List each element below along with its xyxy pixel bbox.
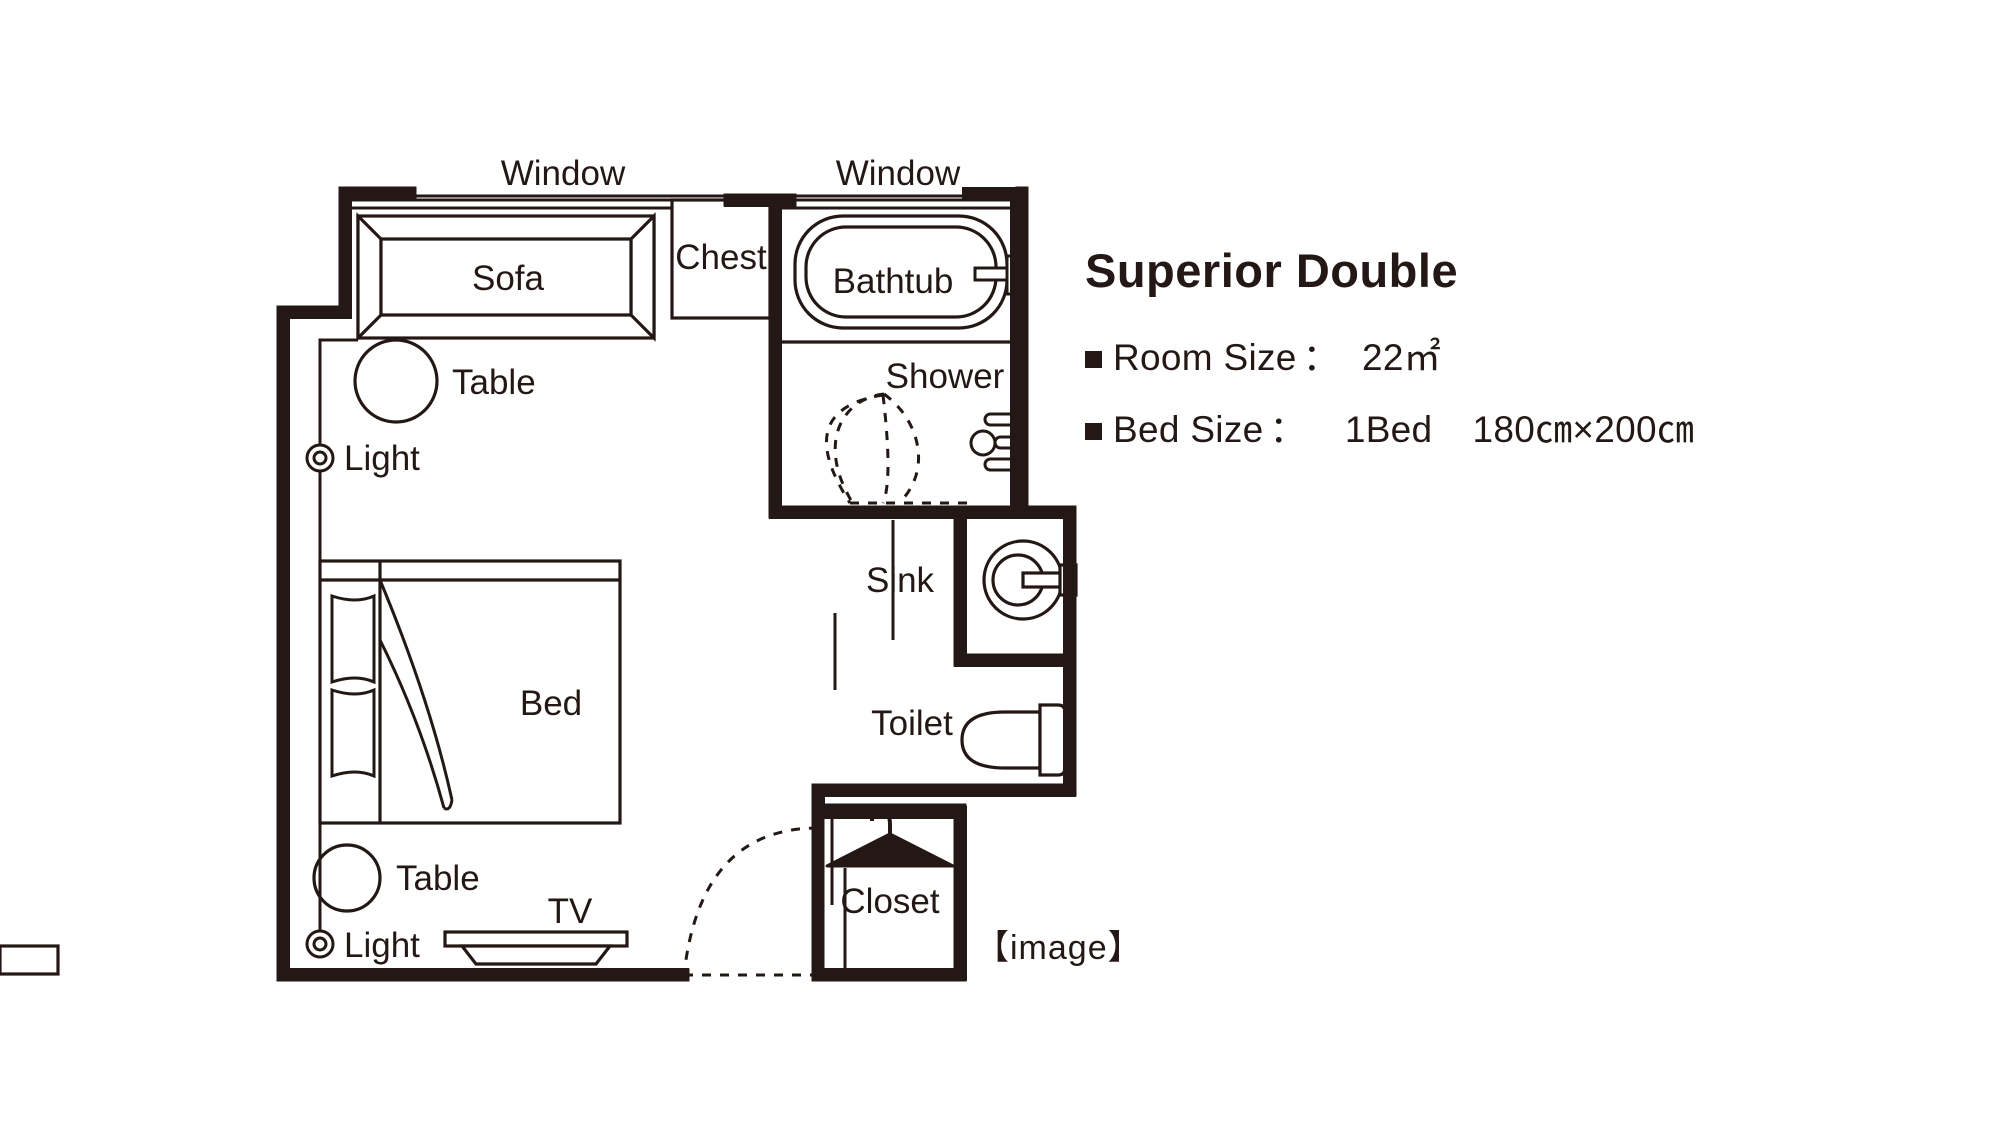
label-table-bottom: Table xyxy=(396,859,480,898)
shower-door-arc2 xyxy=(833,392,921,504)
toilet-shape xyxy=(960,703,1067,777)
image-disclaimer: 【image】 xyxy=(975,929,1143,967)
label-window-right: Window xyxy=(836,154,961,193)
page-title: Superior Double xyxy=(1085,244,1459,297)
label-light-top: Light xyxy=(344,439,420,478)
label-sofa: Sofa xyxy=(472,259,545,298)
sink-shape xyxy=(982,539,1078,621)
label-window-left: Window xyxy=(501,154,626,193)
room-info-panel: Superior Double Room Size ： 22㎡ Bed Size… xyxy=(1085,245,1965,471)
label-bed: Bed xyxy=(520,684,582,723)
light-bottom-icon xyxy=(305,929,335,959)
label-shower: Shower xyxy=(886,357,1005,396)
floorplan-page: Window Window Sofa Chest Bathtub Table L… xyxy=(0,0,2000,1125)
round-table-bottom-shape xyxy=(312,843,382,913)
bed-size-colon: ： xyxy=(1269,408,1307,450)
floorplan-drawing: Window Window Sofa Chest Bathtub Table L… xyxy=(0,0,1100,1125)
bed-count-value: 1Bed xyxy=(1344,408,1433,450)
label-table-top: Table xyxy=(452,363,536,402)
label-chest: Chest xyxy=(675,238,767,277)
label-closet: Closet xyxy=(840,882,939,921)
bed-size-label: Bed Size xyxy=(1113,408,1264,450)
label-toilet: Toilet xyxy=(871,704,953,743)
label-tv: TV xyxy=(548,892,593,931)
label-light-bottom: Light xyxy=(344,926,420,965)
entry-door-arc xyxy=(682,826,820,977)
interior-thin-lines xyxy=(833,520,895,690)
room-size-label: Room Size xyxy=(1113,336,1297,378)
bed-size-line: Bed Size ： 1Bed 180㎝×200㎝ xyxy=(1085,399,1965,453)
label-bathtub: Bathtub xyxy=(833,262,954,301)
bullet-icon xyxy=(1085,350,1102,368)
room-size-line: Room Size ： 22㎡ xyxy=(1085,327,1965,381)
hanger-icon xyxy=(825,810,955,868)
bed-dimensions-value: 180㎝×200㎝ xyxy=(1472,408,1695,450)
room-size-colon: ： xyxy=(1302,336,1340,378)
light-top-icon xyxy=(305,443,335,473)
bullet-icon xyxy=(1085,422,1102,440)
floorplan-svg: Window Window Sofa Chest Bathtub Table L… xyxy=(0,154,1078,982)
room-size-value: 22㎡ xyxy=(1361,336,1442,378)
label-sink: Sink xyxy=(866,561,935,600)
round-table-top-shape xyxy=(353,338,439,424)
